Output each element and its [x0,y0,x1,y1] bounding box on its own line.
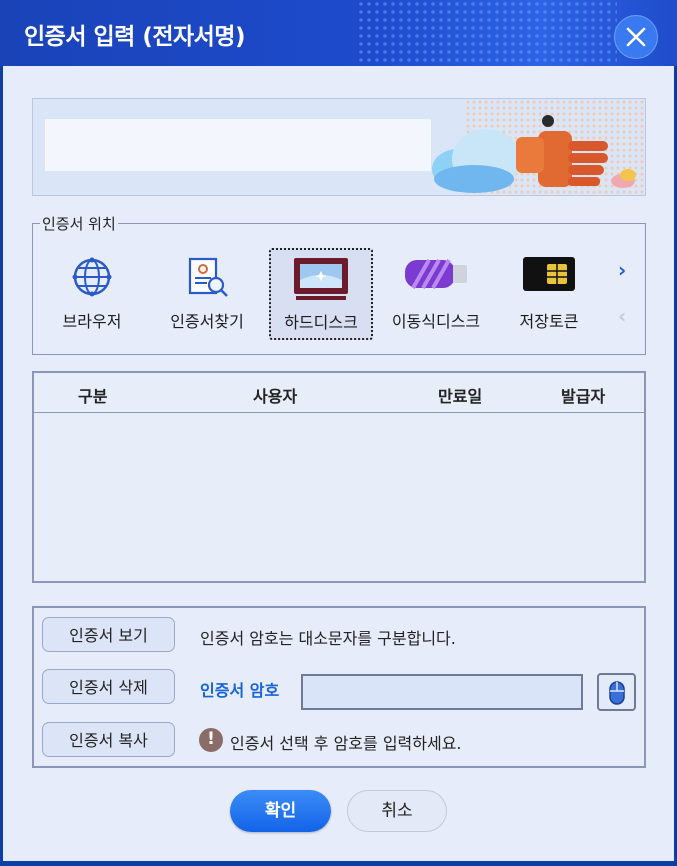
certificate-table[interactable]: 구분 사용자 만료일 발급자 [32,371,646,583]
banner-text-area [45,119,431,171]
title-bar: 인증서 입력 (전자서명) [0,0,677,66]
exclamation-icon: ! [199,728,223,752]
case-sensitive-notice: 인증서 암호는 대소문자를 구분합니다. [200,629,456,648]
location-label: 저장토큰 [519,312,579,331]
view-certificate-button[interactable]: 인증서 보기 [42,617,175,652]
mouse-icon [609,681,625,705]
banner-image [32,98,646,196]
ok-button[interactable]: 확인 [230,790,331,832]
thumbs-up-illustration [432,115,636,193]
password-hint: 인증서 선택 후 암호를 입력하세요. [230,734,462,753]
certificate-search-icon [188,257,228,297]
globe-icon [72,257,112,297]
location-hard-disk[interactable]: 하드디스크 [269,248,373,340]
location-label: 인증서찾기 [170,312,244,331]
delete-certificate-button[interactable]: 인증서 삭제 [42,669,175,704]
monitor-icon [294,258,348,300]
column-header-user: 사용자 [253,387,298,406]
chevron-left-icon[interactable]: ‹ [618,304,626,328]
window-border [0,861,677,866]
smartcard-icon [523,257,575,291]
title-bar-pattern [357,0,617,66]
location-storage-token[interactable]: 저장토큰 [505,248,593,340]
close-button[interactable] [614,15,658,59]
password-field[interactable] [301,674,583,710]
location-removable-disk[interactable]: 이동식디스크 [386,248,486,340]
close-icon [626,27,646,47]
virtual-keyboard-button[interactable] [597,673,636,711]
dialog-title: 인증서 입력 (전자서명) [24,24,245,50]
location-label: 이동식디스크 [391,312,481,331]
certificate-dialog: 인증서 입력 (전자서명) 인증서 위치 브라우저 인증서찾기 하드디스크 이동… [0,0,677,866]
table-header: 구분 사용자 만료일 발급자 [34,373,644,413]
chevron-right-icon[interactable]: › [618,258,626,282]
cancel-button[interactable]: 취소 [347,790,447,832]
location-cert-search[interactable]: 인증서찾기 [156,248,258,340]
copy-certificate-button[interactable]: 인증서 복사 [42,722,175,757]
location-browser[interactable]: 브라우저 [50,248,134,340]
usb-drive-icon [405,259,467,289]
location-legend: 인증서 위치 [40,213,118,234]
column-header-issuer: 발급자 [561,387,606,406]
location-label: 하드디스크 [284,313,358,332]
column-header-type: 구분 [78,387,108,406]
location-label: 브라우저 [62,312,122,331]
password-label: 인증서 암호 [200,681,280,700]
column-header-expiry: 만료일 [438,387,483,406]
